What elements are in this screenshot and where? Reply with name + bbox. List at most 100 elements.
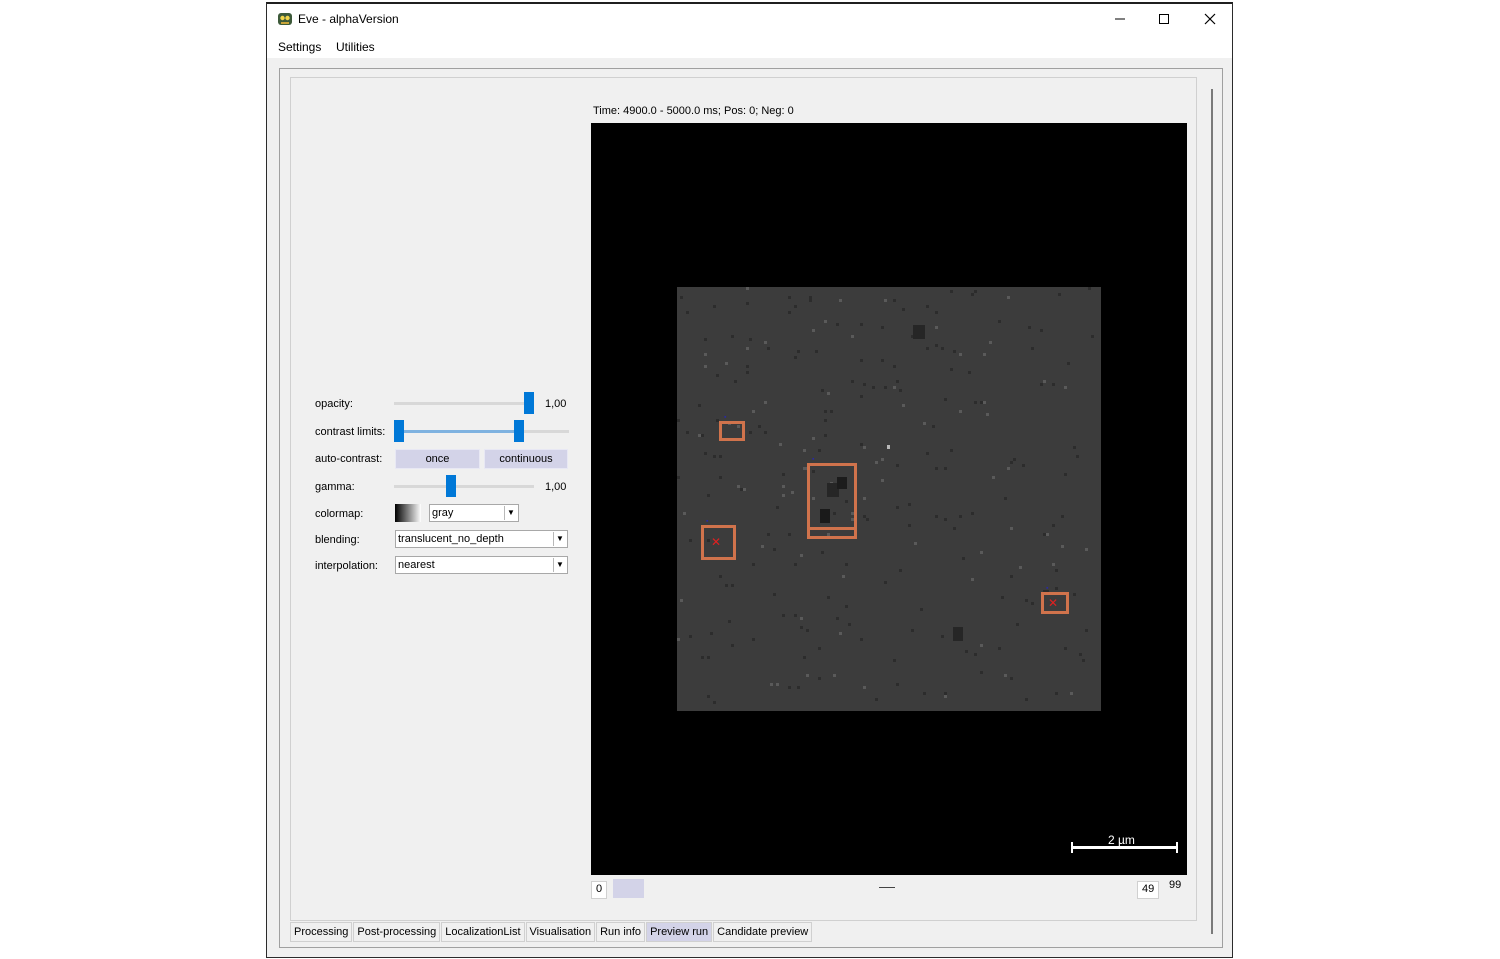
noise-pixel [1064, 473, 1067, 476]
opacity-slider[interactable] [394, 402, 534, 405]
noise-pixel [914, 542, 917, 545]
noise-pixel [821, 389, 824, 392]
noise-pixel [764, 431, 767, 434]
noise-pixel [863, 446, 866, 449]
menu-utilities[interactable]: Utilities [336, 40, 375, 54]
noise-pixel [824, 419, 827, 422]
noise-pixel [698, 404, 701, 407]
noise-pixel [1016, 623, 1019, 626]
tab-post-processing[interactable]: Post-processing [353, 922, 441, 942]
noise-pixel [902, 404, 905, 407]
noise-pixel [935, 515, 938, 518]
noise-pixel [980, 551, 983, 554]
noise-pixel [1067, 362, 1070, 365]
chevron-down-icon[interactable]: ▼ [553, 532, 566, 546]
noise-pixel [1019, 566, 1022, 569]
auto-contrast-continuous-button[interactable]: continuous [484, 449, 568, 469]
noise-pixel [1031, 602, 1034, 605]
noise-pixel [893, 386, 896, 389]
noise-pixel [896, 464, 899, 467]
noise-pixel [749, 338, 752, 341]
candidate-box[interactable]: ▪ [719, 414, 745, 441]
contrast-low-handle[interactable] [394, 420, 404, 442]
noise-pixel [893, 659, 896, 662]
noise-pixel [815, 350, 818, 353]
noise-pixel [926, 347, 929, 350]
frame-current[interactable]: 49 [1137, 881, 1160, 899]
menu-settings[interactable]: Settings [278, 40, 321, 54]
noise-pixel [824, 410, 827, 413]
candidate-box-inner [807, 527, 857, 539]
noise-pixel [791, 491, 794, 494]
noise-pixel [1079, 653, 1082, 656]
noise-pixel [974, 401, 977, 404]
noise-pixel [827, 596, 830, 599]
noise-pixel [965, 650, 968, 653]
noise-pixel [902, 308, 905, 311]
frame-slider[interactable]: 0 49 99 [591, 879, 1187, 899]
frame-slider-thumb[interactable] [613, 879, 644, 898]
noise-pixel [1004, 674, 1007, 677]
vertical-scrollbar[interactable] [1211, 89, 1213, 934]
close-button[interactable] [1187, 4, 1233, 34]
noise-pixel [782, 485, 785, 488]
noise-pixel [1055, 587, 1058, 590]
noise-pixel [1040, 329, 1043, 332]
noise-pixel [836, 323, 839, 326]
auto-contrast-once-button[interactable]: once [395, 449, 480, 469]
noise-pixel [731, 584, 734, 587]
noise-pixel [1046, 533, 1049, 536]
chevron-down-icon[interactable]: ▼ [504, 506, 517, 520]
noise-pixel [797, 350, 800, 353]
noise-pixel [794, 614, 797, 617]
noise-pixel [725, 584, 728, 587]
noise-pixel [845, 563, 848, 566]
contrast-high-handle[interactable] [514, 420, 524, 442]
blending-select[interactable]: translucent_no_depth ▼ [395, 530, 568, 548]
interpolation-select[interactable]: nearest ▼ [395, 556, 568, 574]
tab-run-info[interactable]: Run info [596, 922, 646, 942]
noise-pixel [770, 683, 773, 686]
gamma-slider-handle[interactable] [446, 475, 456, 497]
noise-pixel [899, 389, 902, 392]
opacity-slider-handle[interactable] [524, 392, 534, 414]
noise-pixel [893, 299, 896, 302]
candidate-tag: ▪ [812, 456, 815, 463]
noise-pixel [836, 617, 839, 620]
noise-pixel [800, 626, 803, 629]
tab-processing[interactable]: Processing [290, 922, 353, 942]
noise-pixel [806, 674, 809, 677]
colormap-select[interactable]: gray ▼ [429, 504, 519, 522]
noise-pixel [1043, 380, 1046, 383]
tab-preview-run[interactable]: Preview run [646, 922, 713, 942]
tab-localizationlist[interactable]: LocalizationList [441, 922, 525, 942]
noise-pixel [968, 371, 971, 374]
noise-pixel [962, 557, 965, 560]
noise-pixel [896, 683, 899, 686]
maximize-button[interactable] [1141, 4, 1187, 34]
noise-pixel [896, 380, 899, 383]
minimize-button[interactable] [1097, 4, 1143, 34]
noise-pixel [1040, 383, 1043, 386]
image-layer[interactable]: ▪ ▪ ▪ ✕ ▪ ✕ [677, 287, 1101, 711]
noise-pixel [797, 686, 800, 689]
noise-pixel [701, 434, 704, 437]
candidate-box[interactable]: ▪ ✕ [701, 518, 736, 560]
tab-candidate-preview[interactable]: Candidate preview [713, 922, 813, 942]
noise-pixel [980, 671, 983, 674]
image-viewer-canvas[interactable]: ▪ ▪ ▪ ✕ ▪ ✕ 2 µm [591, 123, 1187, 875]
noise-pixel [746, 347, 749, 350]
noise-pixel [1052, 524, 1055, 527]
candidate-box[interactable]: ▪ ✕ [1041, 585, 1069, 614]
noise-pixel [1028, 326, 1031, 329]
chevron-down-icon[interactable]: ▼ [553, 558, 566, 572]
contrast-limits-label: contrast limits: [315, 426, 386, 438]
noise-pixel [998, 320, 1001, 323]
frame-min: 0 [591, 881, 608, 899]
noise-pixel [935, 326, 938, 329]
noise-pixel [773, 593, 776, 596]
gamma-slider[interactable] [394, 485, 534, 488]
tab-visualisation[interactable]: Visualisation [525, 922, 596, 942]
noise-pixel [746, 365, 749, 368]
noise-pixel [794, 305, 797, 308]
